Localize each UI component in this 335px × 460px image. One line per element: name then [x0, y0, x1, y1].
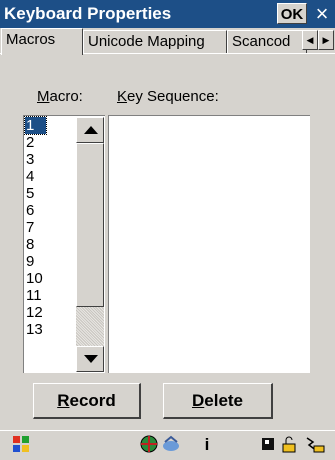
- macro-list-item[interactable]: 6: [25, 202, 75, 219]
- tab-unicode-mapping[interactable]: Unicode Mapping: [83, 30, 227, 54]
- scrollbar-thumb[interactable]: [76, 143, 104, 307]
- bluetooth-icon[interactable]: [160, 434, 182, 460]
- ok-button[interactable]: OK: [277, 3, 307, 24]
- macro-list-item[interactable]: 8: [25, 236, 75, 253]
- tab-strip: Macros Unicode Mapping Scancod ◀ ▶: [0, 28, 335, 55]
- chevron-right-icon[interactable]: ▶: [318, 30, 334, 50]
- macro-list-item[interactable]: 1: [24, 116, 47, 135]
- arrow-up-icon: [84, 126, 98, 134]
- scroll-down-button[interactable]: [76, 346, 104, 372]
- macro-list-item[interactable]: 2: [25, 134, 75, 151]
- tab-scroll-arrows: ◀ ▶: [302, 30, 335, 50]
- tab-macros[interactable]: Macros: [1, 28, 83, 55]
- info-icon[interactable]: i: [196, 434, 218, 456]
- macro-list-scrollbar[interactable]: [76, 117, 104, 372]
- macro-list-item[interactable]: 9: [25, 253, 75, 270]
- macro-list-item[interactable]: 4: [25, 168, 75, 185]
- macro-list-item[interactable]: 7: [25, 219, 75, 236]
- battery-icon[interactable]: [259, 434, 279, 460]
- tab-scancode[interactable]: Scancod: [227, 30, 307, 54]
- keyboard-lock-icon[interactable]: [279, 434, 299, 460]
- key-sequence-box[interactable]: [108, 115, 310, 373]
- macro-list-item[interactable]: 10: [25, 270, 75, 287]
- taskbar: i: [0, 430, 335, 458]
- macro-list-item[interactable]: 5: [25, 185, 75, 202]
- macro-list-item[interactable]: 11: [25, 287, 75, 304]
- start-flag-icon[interactable]: [10, 434, 32, 460]
- input-panel-icon[interactable]: [303, 434, 327, 460]
- macro-list[interactable]: 1 2 3 4 5 6 7 8 9 10 11 12 13: [23, 115, 105, 373]
- window-title: Keyboard Properties: [4, 4, 172, 23]
- arrow-down-icon: [84, 355, 98, 363]
- delete-button[interactable]: Delete: [163, 383, 273, 419]
- key-sequence-label: Key Sequence:: [117, 88, 219, 105]
- macro-list-items: 1 2 3 4 5 6 7 8 9 10 11 12 13: [24, 116, 75, 338]
- macro-list-item[interactable]: 3: [25, 151, 75, 168]
- macro-list-item[interactable]: 13: [25, 321, 75, 338]
- network-globe-icon[interactable]: [138, 434, 160, 460]
- title-bar: Keyboard Properties OK ×: [0, 0, 335, 28]
- scroll-up-button[interactable]: [76, 117, 104, 143]
- macro-label: Macro:: [37, 88, 83, 105]
- record-button[interactable]: Record: [33, 383, 141, 419]
- close-button[interactable]: ×: [311, 2, 333, 26]
- chevron-left-icon[interactable]: ◀: [302, 30, 318, 50]
- macro-list-item[interactable]: 12: [25, 304, 75, 321]
